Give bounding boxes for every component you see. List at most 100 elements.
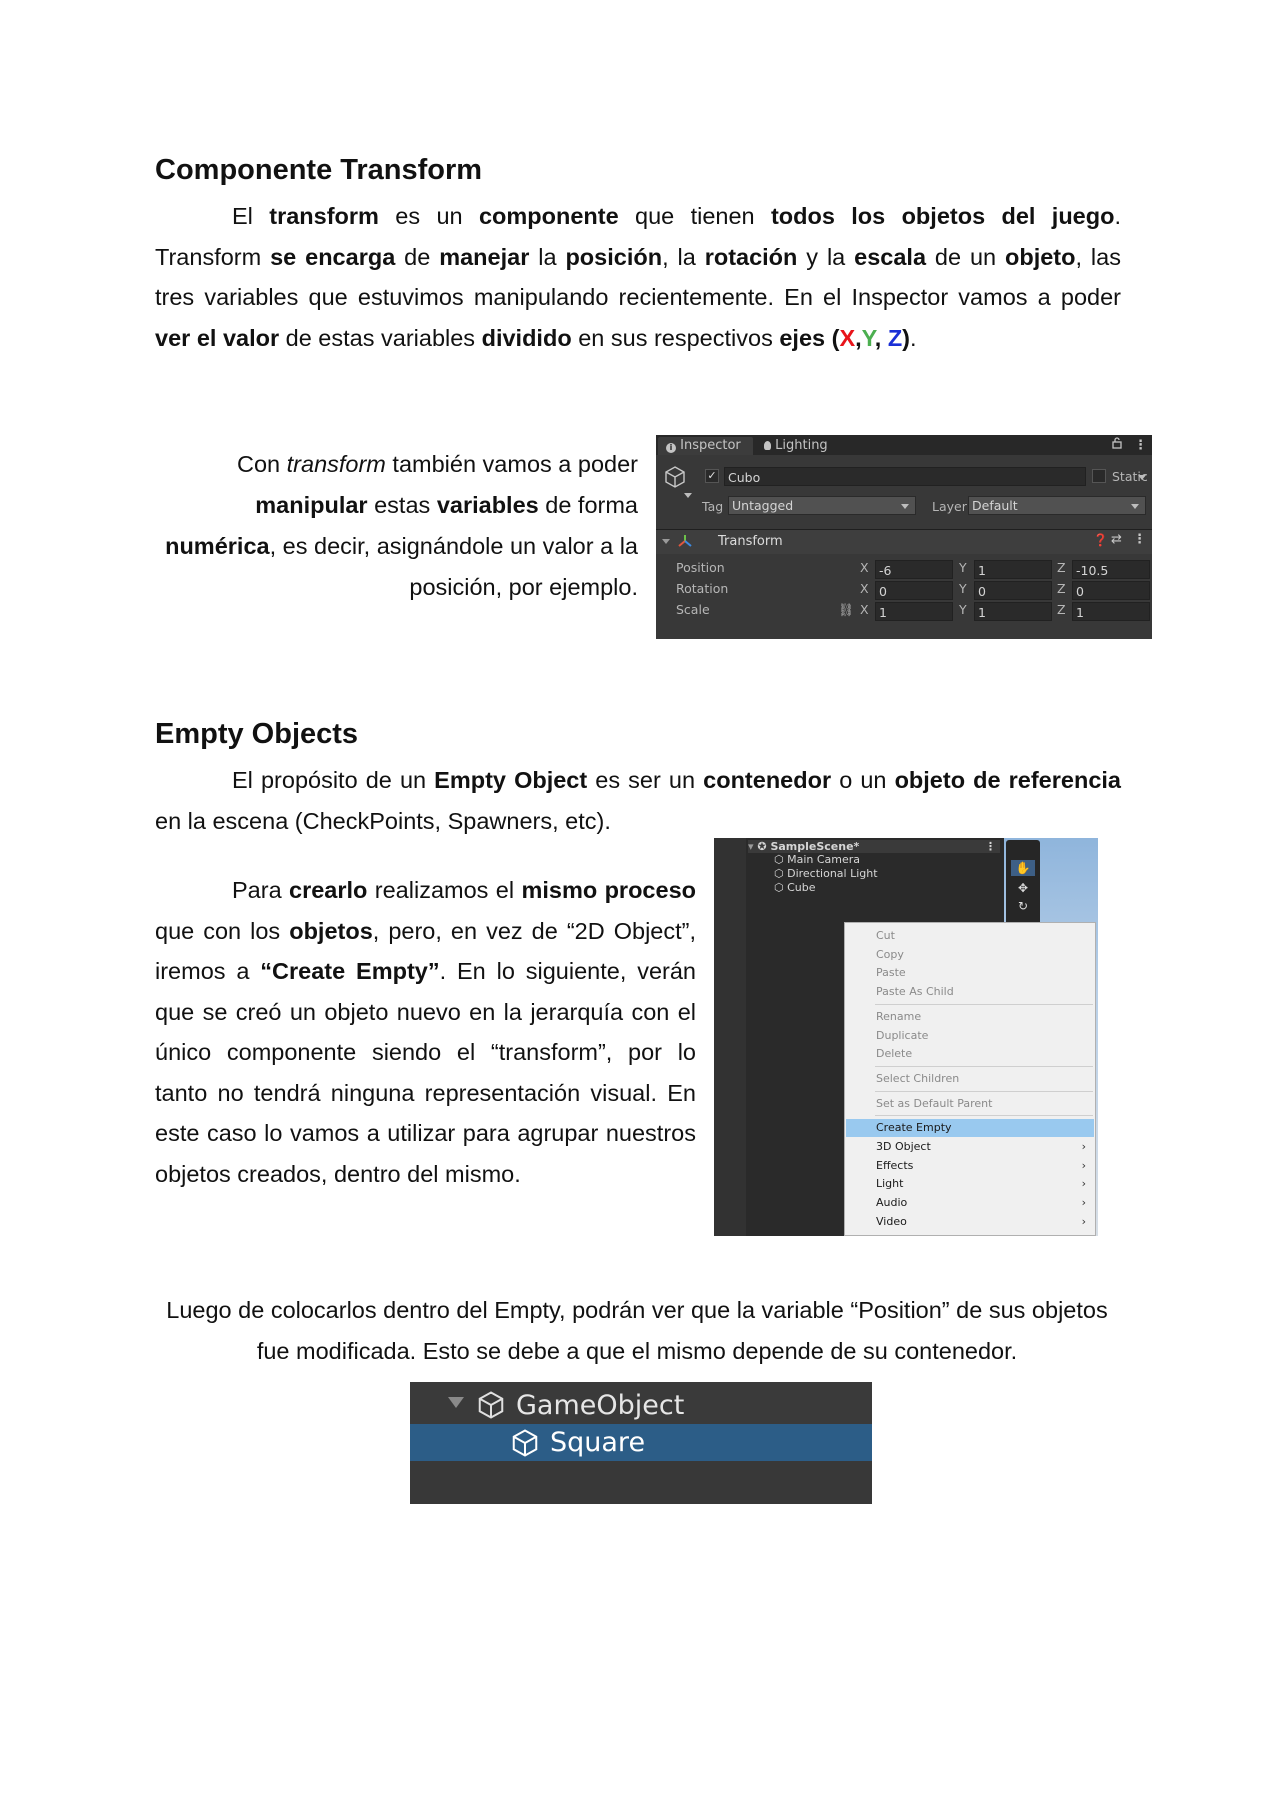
- text-run: realizamos el: [367, 877, 522, 903]
- text-run: .: [910, 324, 917, 351]
- object-name-field[interactable]: Cubo: [724, 467, 1086, 486]
- side-line: Con transform también vamos a poder: [150, 444, 638, 485]
- menu-item-cut[interactable]: Cut: [846, 927, 1094, 945]
- menu-item-copy[interactable]: Copy: [846, 946, 1094, 964]
- scene-row[interactable]: ▾ ✪ SampleScene* ⋮: [748, 840, 1000, 853]
- active-checkbox[interactable]: ✓: [705, 469, 719, 483]
- chevron-down-icon: [901, 504, 909, 509]
- kebab-menu-icon[interactable]: ⋮: [985, 840, 996, 853]
- settings-sliders-icon[interactable]: ⇄: [1111, 532, 1122, 547]
- transform-x-field[interactable]: -6: [875, 560, 953, 579]
- hierarchy-item[interactable]: ⬡ Directional Light: [774, 867, 878, 880]
- tag-dropdown[interactable]: Untagged: [728, 496, 916, 515]
- text-run: en la escena (CheckPoints, Spawners, etc…: [155, 807, 611, 834]
- menu-item-label: Copy: [876, 947, 904, 961]
- axis-y-label[interactable]: Y: [959, 602, 967, 617]
- menu-item-label: Audio: [876, 1196, 908, 1210]
- menu-item-light[interactable]: Light ›: [846, 1175, 1094, 1193]
- transform-y-field[interactable]: 0: [974, 581, 1052, 600]
- icon-dropdown-caret[interactable]: [684, 493, 692, 498]
- menu-item-delete[interactable]: Delete: [846, 1045, 1094, 1063]
- text-run: X: [839, 324, 856, 351]
- text-run: la: [529, 243, 566, 270]
- axis-x-label[interactable]: X: [860, 602, 869, 617]
- axis-z-label[interactable]: Z: [1057, 602, 1066, 617]
- text-run: que tienen: [618, 203, 771, 229]
- kebab-menu-icon[interactable]: ⋮: [1134, 437, 1147, 455]
- info-icon: i: [666, 443, 676, 453]
- text-run: posición, por ejemplo.: [409, 574, 638, 600]
- lock-icon[interactable]: [1112, 437, 1122, 455]
- static-dropdown-caret[interactable]: [1138, 475, 1146, 480]
- child-row-selected[interactable]: Square: [410, 1424, 872, 1461]
- parent-row[interactable]: GameObject: [410, 1382, 872, 1424]
- transform-y-field[interactable]: 1: [974, 602, 1052, 621]
- text-run: manejar: [439, 243, 530, 270]
- menu-separator: [875, 1003, 1093, 1005]
- menu-item-paste-as-child[interactable]: Paste As Child: [846, 983, 1094, 1001]
- axis-z-label[interactable]: Z: [1057, 560, 1066, 575]
- menu-item-select-children[interactable]: Select Children: [846, 1070, 1094, 1088]
- transform-x-field[interactable]: 0: [875, 581, 953, 600]
- menu-item-3d-object[interactable]: 3D Object ›: [846, 1138, 1094, 1156]
- text-run: en sus respectivos: [571, 324, 780, 351]
- transform-header[interactable]: Transform ❓ ⇄ ⋮: [656, 530, 1152, 554]
- axis-x-label[interactable]: X: [860, 560, 869, 575]
- menu-item-set-as-default-parent[interactable]: Set as Default Parent: [846, 1095, 1094, 1113]
- move-tool-icon[interactable]: ✥: [1011, 880, 1035, 896]
- text-run: ,: [874, 324, 888, 351]
- menu-item-rename[interactable]: Rename: [846, 1008, 1094, 1026]
- text-run: El: [232, 203, 270, 229]
- hierarchy-item[interactable]: ⬡ Main Camera: [774, 853, 860, 866]
- text-run: Empty Object: [434, 767, 588, 793]
- text-run: todos los objetos del juego: [770, 203, 1115, 229]
- menu-item-duplicate[interactable]: Duplicate: [846, 1027, 1094, 1045]
- menu-item-paste[interactable]: Paste: [846, 964, 1094, 982]
- static-checkbox[interactable]: [1092, 469, 1106, 483]
- axis-y-label[interactable]: Y: [959, 560, 967, 575]
- hierarchy-context-screenshot: ▾ ✪ SampleScene* ⋮ ⬡ Main Camera ⬡ Direc…: [714, 838, 1098, 1236]
- transform-z-field[interactable]: 0: [1072, 581, 1150, 600]
- create-empty-paragraph: Para crearlo realizamos el mismo proceso…: [155, 870, 696, 1194]
- menu-item-label: Set as Default Parent: [876, 1096, 993, 1110]
- text-run: transform: [269, 203, 379, 229]
- hierarchy-item[interactable]: ⬡ Cube: [774, 881, 816, 894]
- axis-y-label[interactable]: Y: [959, 581, 967, 596]
- transform-x-field[interactable]: 1: [875, 602, 953, 621]
- text-run: o un: [831, 767, 895, 793]
- foldout-icon[interactable]: [662, 539, 670, 544]
- text-run: crearlo: [289, 877, 368, 903]
- tab-lighting[interactable]: Lighting: [764, 437, 828, 455]
- text-run: contenedor: [703, 767, 832, 793]
- menu-item-label: Light: [876, 1177, 904, 1191]
- menu-item-effects[interactable]: Effects ›: [846, 1157, 1094, 1175]
- transform-z-field[interactable]: -10.5: [1072, 560, 1150, 579]
- section-heading-transform: Componente Transform: [155, 154, 483, 186]
- hand-tool-icon[interactable]: ✋: [1011, 860, 1035, 876]
- layer-dropdown[interactable]: Default: [968, 496, 1146, 515]
- tab-inspector[interactable]: i Inspector: [658, 437, 753, 455]
- rotate-tool-icon[interactable]: ↻: [1011, 898, 1035, 914]
- transform-intro-paragraph: El transform es un componente que tienen…: [155, 196, 1121, 358]
- inspector-tabbar: i Inspector Lighting ⋮: [656, 435, 1152, 455]
- menu-item-create-empty[interactable]: Create Empty: [846, 1119, 1094, 1138]
- transform-side-paragraph: Con transform también vamos a poder mani…: [150, 444, 638, 608]
- kebab-menu-icon[interactable]: ⋮: [1133, 532, 1146, 547]
- transform-z-field[interactable]: 1: [1072, 602, 1150, 621]
- transform-y-field[interactable]: 1: [974, 560, 1052, 579]
- empty-objects-intro-paragraph: El propósito de un Empty Object es ser u…: [155, 760, 1121, 841]
- transform-axes-icon: [678, 534, 692, 552]
- text-run: rotación: [704, 243, 798, 270]
- link-scale-icon[interactable]: ⛓: [838, 602, 854, 618]
- chevron-down-icon: [1131, 504, 1139, 509]
- help-icon[interactable]: ❓: [1093, 533, 1108, 547]
- text-run: también vamos a poder: [385, 451, 638, 477]
- menu-item-video[interactable]: Video ›: [846, 1213, 1094, 1231]
- axis-z-label[interactable]: Z: [1057, 581, 1066, 596]
- menu-item-audio[interactable]: Audio ›: [846, 1194, 1094, 1212]
- text-run: estas: [367, 492, 437, 518]
- foldout-icon[interactable]: [448, 1397, 464, 1408]
- text-run: Y: [861, 324, 875, 351]
- chevron-right-icon: ›: [1081, 1177, 1086, 1191]
- axis-x-label[interactable]: X: [860, 581, 869, 596]
